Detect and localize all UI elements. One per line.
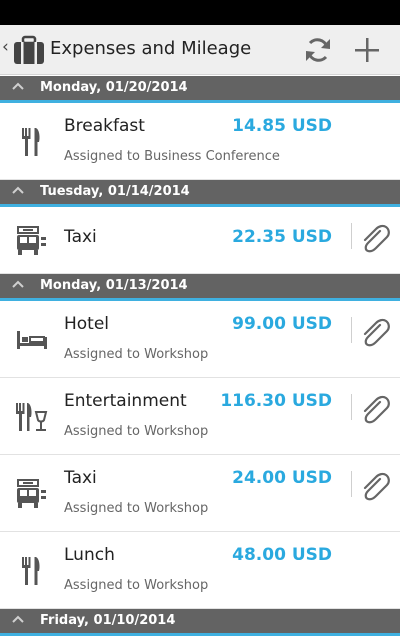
expense-name: Hotel <box>64 314 110 334</box>
expense-assignment: Assigned to Workshop <box>64 347 209 362</box>
sync-icon[interactable] <box>302 34 334 66</box>
row-divider <box>351 394 352 420</box>
fork-knife-icon <box>22 128 40 156</box>
collapse-chevron-icon[interactable] <box>11 81 25 91</box>
expense-list: Monday, 01/20/2014 Breakfast 14.85 USD A… <box>0 76 400 636</box>
expense-item[interactable]: Taxi 22.35 USD <box>0 207 400 274</box>
row-divider <box>351 317 352 343</box>
expense-amount: 14.85 USD <box>232 116 332 136</box>
expense-item[interactable]: Lunch 48.00 USD Assigned to Workshop <box>0 532 400 609</box>
expense-name: Taxi <box>64 227 97 247</box>
paperclip-icon[interactable] <box>358 315 392 349</box>
section-date: Tuesday, 01/14/2014 <box>40 184 190 199</box>
section-header[interactable]: Monday, 01/13/2014 <box>0 274 400 301</box>
paperclip-icon[interactable] <box>358 221 392 255</box>
collapse-chevron-icon[interactable] <box>11 185 25 195</box>
paperclip-icon[interactable] <box>358 469 392 503</box>
back-chevron-icon[interactable]: ‹ <box>2 39 9 56</box>
expense-assignment: Assigned to Workshop <box>64 578 209 593</box>
add-icon[interactable] <box>351 34 383 66</box>
briefcase-icon[interactable] <box>12 34 46 66</box>
expense-amount: 22.35 USD <box>232 227 332 247</box>
expense-item[interactable]: Hotel 99.00 USD Assigned to Workshop <box>0 301 400 378</box>
section-date: Monday, 01/13/2014 <box>40 278 188 293</box>
paperclip-icon[interactable] <box>358 392 392 426</box>
section-header[interactable]: Friday, 01/10/2014 <box>0 609 400 636</box>
expense-item[interactable]: Breakfast 14.85 USD Assigned to Business… <box>0 103 400 180</box>
expense-name: Lunch <box>64 545 115 565</box>
section-header[interactable]: Tuesday, 01/14/2014 <box>0 180 400 207</box>
row-divider <box>351 471 352 497</box>
expense-amount: 116.30 USD <box>220 391 332 411</box>
action-bar: ‹ Expenses and Mileage <box>0 25 400 75</box>
taxi-icon <box>17 479 46 508</box>
row-divider <box>351 223 352 249</box>
expense-name: Taxi <box>64 468 97 488</box>
status-bar <box>0 0 400 25</box>
bed-icon <box>17 331 47 349</box>
expense-name: Entertainment <box>64 391 187 411</box>
expense-amount: 99.00 USD <box>232 314 332 334</box>
expense-assignment: Assigned to Business Conference <box>64 149 280 164</box>
fork-knife-icon <box>22 557 40 585</box>
collapse-chevron-icon[interactable] <box>11 614 25 624</box>
expense-name: Breakfast <box>64 116 145 136</box>
page-title: Expenses and Mileage <box>50 38 252 59</box>
section-date: Friday, 01/10/2014 <box>40 613 176 628</box>
expense-item[interactable]: Taxi 24.00 USD Assigned to Workshop <box>0 455 400 532</box>
section-date: Monday, 01/20/2014 <box>40 80 188 95</box>
expense-assignment: Assigned to Workshop <box>64 424 209 439</box>
expense-amount: 24.00 USD <box>232 468 332 488</box>
expense-item[interactable]: Entertainment 116.30 USD Assigned to Wor… <box>0 378 400 455</box>
collapse-chevron-icon[interactable] <box>11 279 25 289</box>
expense-assignment: Assigned to Workshop <box>64 501 209 516</box>
expense-amount: 48.00 USD <box>232 545 332 565</box>
entertainment-icon <box>16 403 48 431</box>
section-header[interactable]: Monday, 01/20/2014 <box>0 76 400 103</box>
taxi-icon <box>17 226 46 255</box>
